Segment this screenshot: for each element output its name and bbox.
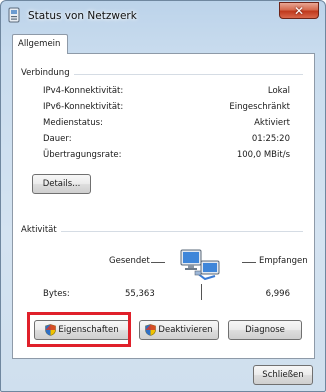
bytes-sent-value: 55,363 [125,289,155,299]
bytes-label: Bytes: [43,289,70,299]
group-label-activity: Aktivität [21,225,61,235]
deactivate-label: Deaktivieren [158,325,213,335]
status-dialog: Status von Netzwerk ✕ Allgemein Verbindu… [0,0,326,392]
ipv4-label: IPv4-Konnektivität: [43,86,124,96]
sent-label: Gesendet [109,256,150,266]
close-button[interactable]: Schließen [253,365,313,385]
speed-label: Übertragungsrate: [43,150,122,160]
highlight-frame [27,312,131,347]
media-status-value: Aktiviert [254,118,290,128]
details-button[interactable]: Details... [32,174,91,194]
network-connection-icon [8,7,20,23]
close-icon: ✕ [293,3,305,18]
group-divider-activity [21,231,303,232]
speed-value: 100,0 MBit/s [236,150,290,160]
title-bar[interactable]: Status von Netzwerk ✕ [1,1,325,31]
uac-shield-icon [145,324,157,336]
network-activity-icon [180,249,220,281]
ipv4-value: Lokal [267,86,290,96]
tab-allgemein[interactable]: Allgemein [12,34,68,54]
deactivate-button[interactable]: Deaktivieren [139,320,219,340]
diagnose-button[interactable]: Diagnose [228,320,302,340]
ipv6-label: IPv6-Konnektivität: [43,102,124,112]
bytes-separator [201,284,202,300]
ipv6-value: Eingeschränkt [229,102,290,112]
duration-label: Dauer: [43,134,72,144]
received-label: Empfangen [259,256,308,266]
media-status-label: Medienstatus: [43,118,103,128]
bytes-received-value: 6,996 [265,289,290,299]
close-window-button[interactable]: ✕ [279,2,319,19]
sent-dash [151,262,165,263]
window-title: Status von Netzwerk [28,10,137,22]
received-dash [242,262,256,263]
duration-value: 01:25:20 [251,134,290,144]
group-label-connection: Verbindung [21,68,74,78]
